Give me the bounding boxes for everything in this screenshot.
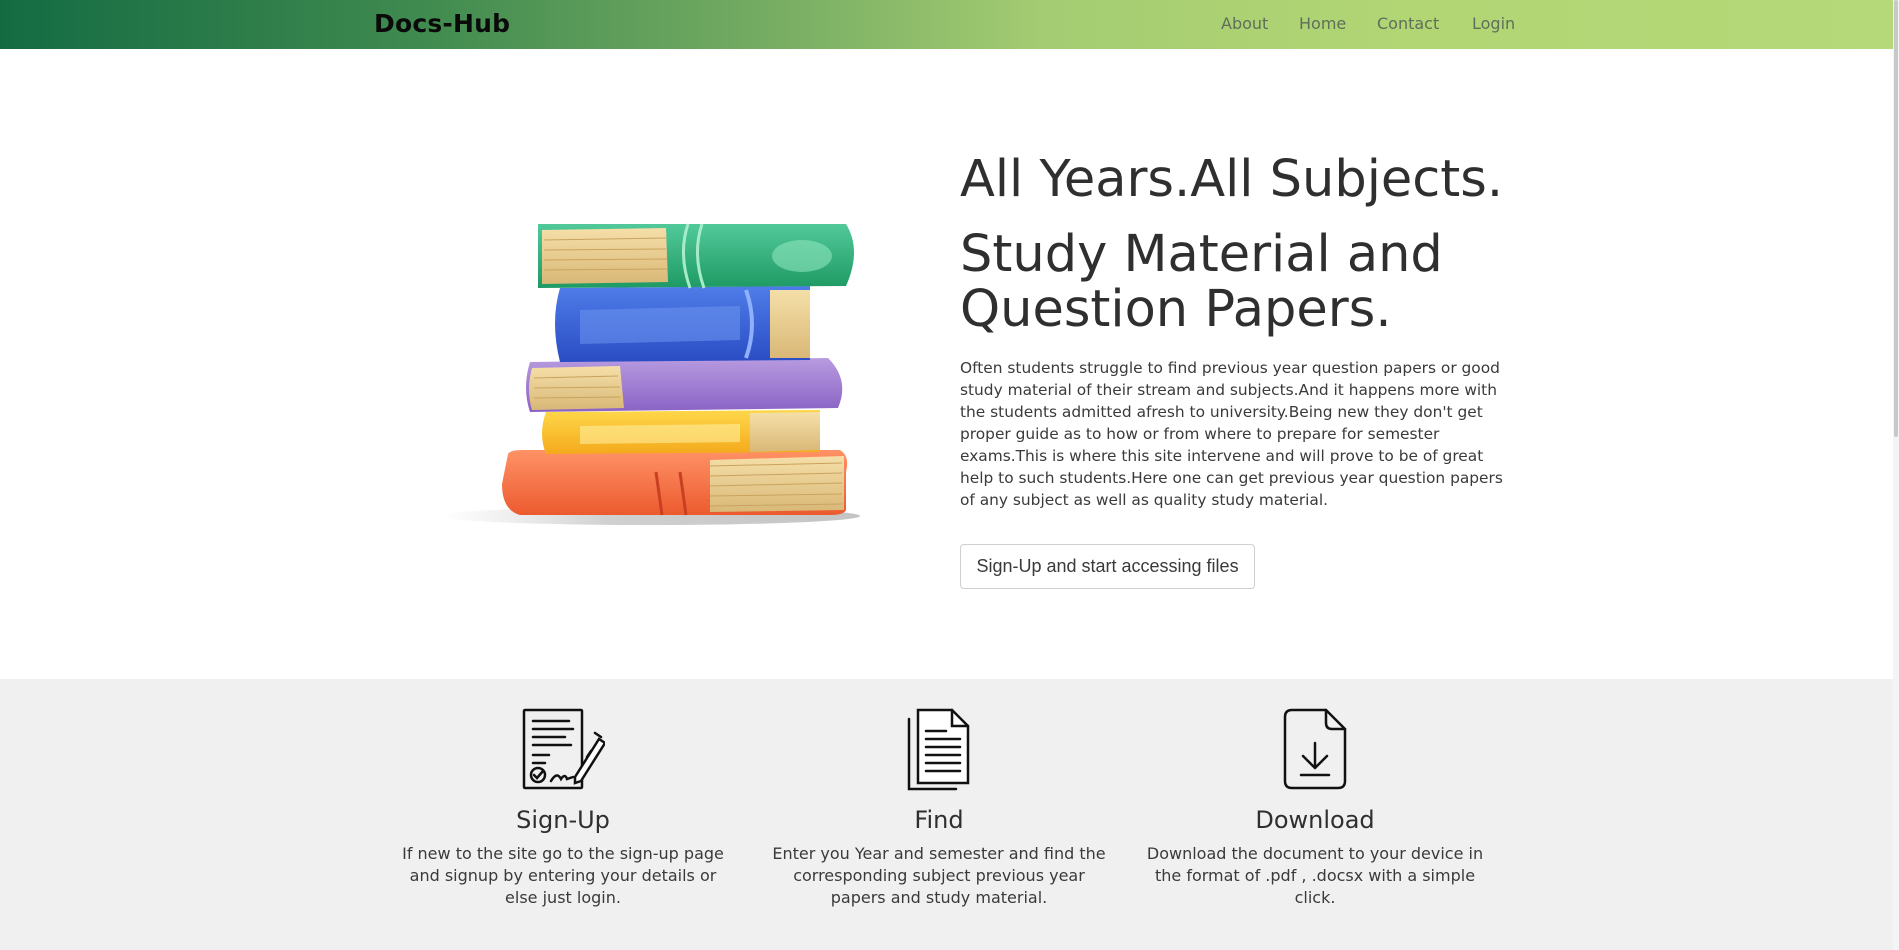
features-section: Sign-Up If new to the site go to the sig… — [0, 679, 1893, 950]
feature-find-title: Find — [914, 806, 964, 834]
feature-download-title: Download — [1255, 806, 1375, 834]
nav-link-login[interactable]: Login — [1472, 14, 1515, 33]
documents-icon — [769, 707, 1109, 791]
feature-signup-text: If new to the site go to the sign-up pag… — [402, 844, 724, 907]
hero-title-line-2: Study Material and — [960, 225, 1443, 284]
feature-signup-title: Sign-Up — [516, 806, 610, 834]
nav-link-about[interactable]: About — [1221, 14, 1268, 33]
nav-link-contact[interactable]: Contact — [1377, 14, 1439, 33]
contract-signing-icon — [393, 707, 733, 791]
scrollbar-thumb[interactable] — [1894, 0, 1898, 437]
hero-title-line-3: Question Papers. — [960, 280, 1392, 339]
feature-find-text: Enter you Year and semester and find the… — [772, 844, 1106, 907]
books-stack-illustration — [440, 223, 860, 525]
nav-link-home[interactable]: Home — [1299, 14, 1346, 33]
signup-cta-button[interactable]: Sign-Up and start accessing files — [960, 544, 1255, 589]
feature-download-text: Download the document to your device in … — [1146, 844, 1484, 907]
page-scrollbar[interactable] — [1893, 0, 1899, 950]
brand-logo-link[interactable]: Docs-Hub — [374, 9, 510, 38]
file-download-icon — [1145, 707, 1485, 791]
hero-title-line-1: All Years.All Subjects. — [960, 150, 1504, 209]
hero-description: Often students struggle to find previous… — [960, 359, 1503, 509]
top-navbar: Docs-Hub About Home Contact Login — [0, 0, 1893, 49]
